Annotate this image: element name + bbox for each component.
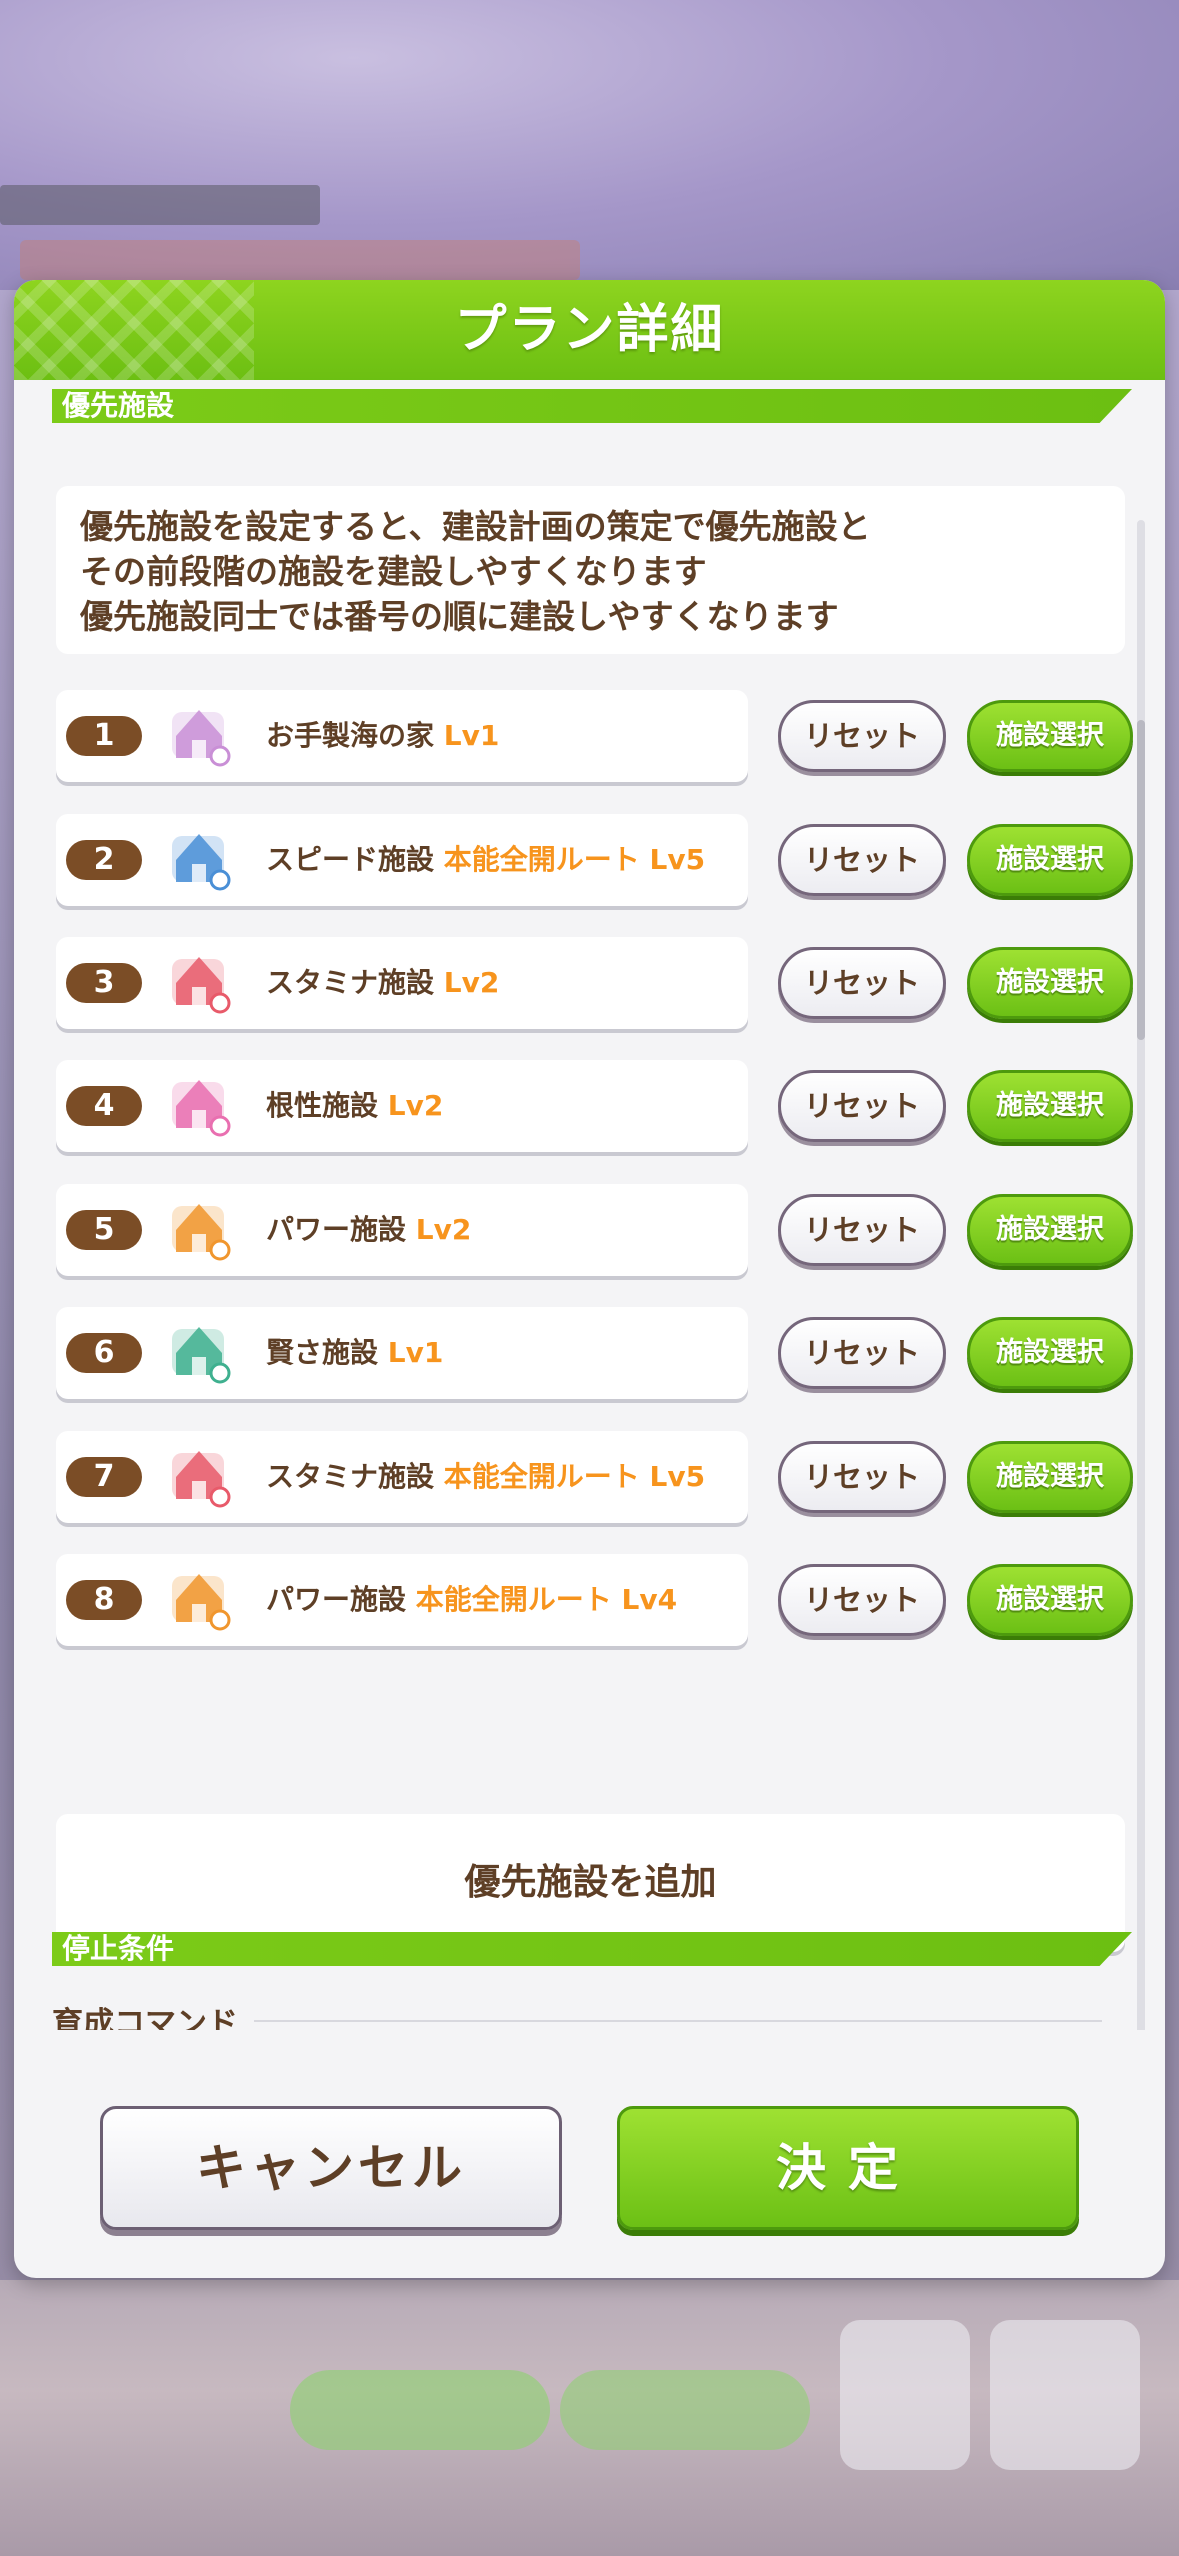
- priority-row-card: 5 パワー施設 Lv2: [56, 1184, 748, 1276]
- background-blurred-ui: [20, 240, 580, 280]
- description-line: その前段階の施設を建設しやすくなります: [80, 552, 707, 591]
- select-facility-button[interactable]: 施設選択: [967, 1194, 1133, 1266]
- divider: [254, 2020, 1102, 2022]
- reset-button[interactable]: リセット: [778, 1441, 946, 1513]
- wisdom-facility-icon: [172, 1327, 231, 1384]
- dialog-header: プラン詳細: [14, 280, 1165, 380]
- priority-section-label: 優先施設: [62, 389, 175, 422]
- priority-row-card: 3 スタミナ施設 Lv2: [56, 937, 748, 1029]
- scrollbar-thumb[interactable]: [1137, 720, 1145, 1040]
- plan-detail-dialog: プラン詳細 優先施設 優先施設を設定すると、建設計画の策定で優先施設と その前段…: [14, 280, 1165, 2278]
- stop-condition-section-header: 停止条件: [52, 1932, 1132, 1966]
- facility-name: パワー施設: [266, 1213, 407, 1246]
- priority-row-card: 6 賢さ施設 Lv1: [56, 1307, 748, 1399]
- beach-house-icon: [172, 710, 231, 767]
- priority-number-badge: 8: [66, 1580, 142, 1620]
- select-facility-button[interactable]: 施設選択: [967, 700, 1133, 772]
- reset-button[interactable]: リセット: [778, 1564, 946, 1636]
- plan-scroll-area[interactable]: 優先施設 優先施設を設定すると、建設計画の策定で優先施設と その前段階の施設を建…: [14, 380, 1165, 2030]
- reset-button[interactable]: リセット: [778, 1194, 946, 1266]
- confirm-button[interactable]: 決定: [617, 2106, 1079, 2230]
- priority-description: 優先施設を設定すると、建設計画の策定で優先施設と その前段階の施設を建設しやすく…: [56, 486, 1125, 654]
- priority-row: 2 スピード施設 本能全開ルート Lv5 リセット 施設選択: [56, 814, 1133, 906]
- reset-button[interactable]: リセット: [778, 1317, 946, 1389]
- priority-row-card: 7 スタミナ施設 本能全開ルート Lv5: [56, 1431, 748, 1523]
- facility-name: 根性施設: [266, 1089, 379, 1122]
- priority-row-label: お手製海の家 Lv1: [266, 690, 499, 782]
- facility-name: スピード施設: [266, 843, 435, 876]
- stamina-facility-icon: [172, 1451, 231, 1508]
- priority-number-badge: 1: [66, 716, 142, 756]
- stamina-facility-icon: [172, 957, 231, 1014]
- priority-number-badge: 5: [66, 1210, 142, 1250]
- facility-level: Lv2: [443, 966, 500, 999]
- guts-facility-icon: [172, 1080, 231, 1137]
- background-blurred-button: [290, 2370, 550, 2450]
- speed-facility-icon: [172, 834, 231, 891]
- priority-number-badge: 2: [66, 840, 142, 880]
- select-facility-button[interactable]: 施設選択: [967, 947, 1133, 1019]
- background-bottom: [0, 2280, 1179, 2556]
- priority-row-card: 1 お手製海の家 Lv1: [56, 690, 748, 782]
- facility-name: お手製海の家: [266, 719, 435, 752]
- training-command-label: 育成コマンド: [52, 2006, 238, 2030]
- reset-button[interactable]: リセット: [778, 824, 946, 896]
- add-priority-facility-button[interactable]: 優先施設を追加: [56, 1814, 1125, 1952]
- stop-condition-section-label: 停止条件: [62, 1932, 175, 1965]
- background-blurred-ui: [0, 185, 320, 225]
- priority-number-badge: 7: [66, 1457, 142, 1497]
- description-line: 優先施設同士では番号の順に建設しやすくなります: [80, 597, 839, 636]
- facility-level: 本能全開ルート Lv4: [415, 1583, 678, 1616]
- cancel-button[interactable]: キャンセル: [100, 2106, 562, 2230]
- description-line: 優先施設を設定すると、建設計画の策定で優先施設と: [80, 507, 871, 546]
- facility-level: Lv1: [443, 719, 500, 752]
- select-facility-button[interactable]: 施設選択: [967, 1317, 1133, 1389]
- dialog-title: プラン詳細: [454, 300, 725, 360]
- priority-row: 3 スタミナ施設 Lv2 リセット 施設選択: [56, 937, 1133, 1029]
- power-facility-icon: [172, 1204, 231, 1261]
- background-blurred-icon: [840, 2320, 970, 2470]
- select-facility-button[interactable]: 施設選択: [967, 1564, 1133, 1636]
- facility-level: 本能全開ルート Lv5: [443, 1460, 706, 1493]
- reset-button[interactable]: リセット: [778, 700, 946, 772]
- priority-row-card: 4 根性施設 Lv2: [56, 1060, 748, 1152]
- priority-row-label: 根性施設 Lv2: [266, 1060, 443, 1152]
- priority-row-card: 2 スピード施設 本能全開ルート Lv5: [56, 814, 748, 906]
- priority-row-label: 賢さ施設 Lv1: [266, 1307, 443, 1399]
- power-facility-icon: [172, 1574, 231, 1631]
- facility-name: 賢さ施設: [266, 1336, 379, 1369]
- priority-row: 6 賢さ施設 Lv1 リセット 施設選択: [56, 1307, 1133, 1399]
- priority-number-badge: 6: [66, 1333, 142, 1373]
- priority-row: 8 パワー施設 本能全開ルート Lv4 リセット 施設選択: [56, 1554, 1133, 1646]
- facility-name: スタミナ施設: [266, 966, 435, 999]
- facility-level: Lv1: [387, 1336, 444, 1369]
- priority-number-badge: 4: [66, 1086, 142, 1126]
- facility-level: 本能全開ルート Lv5: [443, 843, 706, 876]
- priority-row: 5 パワー施設 Lv2 リセット 施設選択: [56, 1184, 1133, 1276]
- priority-row-label: パワー施設 本能全開ルート Lv4: [266, 1554, 677, 1646]
- select-facility-button[interactable]: 施設選択: [967, 1441, 1133, 1513]
- priority-row: 7 スタミナ施設 本能全開ルート Lv5 リセット 施設選択: [56, 1431, 1133, 1523]
- facility-level: Lv2: [387, 1089, 444, 1122]
- priority-number-badge: 3: [66, 963, 142, 1003]
- priority-row-label: スタミナ施設 Lv2: [266, 937, 499, 1029]
- priority-row-label: スピード施設 本能全開ルート Lv5: [266, 814, 705, 906]
- select-facility-button[interactable]: 施設選択: [967, 824, 1133, 896]
- priority-row-card: 8 パワー施設 本能全開ルート Lv4: [56, 1554, 748, 1646]
- priority-section-header: 優先施設: [52, 389, 1132, 423]
- facility-name: パワー施設: [266, 1583, 407, 1616]
- priority-row-label: パワー施設 Lv2: [266, 1184, 471, 1276]
- facility-name: スタミナ施設: [266, 1460, 435, 1493]
- reset-button[interactable]: リセット: [778, 1070, 946, 1142]
- background-blurred-icon: [990, 2320, 1140, 2470]
- priority-row-label: スタミナ施設 本能全開ルート Lv5: [266, 1431, 705, 1523]
- priority-row: 1 お手製海の家 Lv1 リセット 施設選択: [56, 690, 1133, 782]
- background-blurred-button: [560, 2370, 810, 2450]
- select-facility-button[interactable]: 施設選択: [967, 1070, 1133, 1142]
- facility-level: Lv2: [415, 1213, 472, 1246]
- priority-row: 4 根性施設 Lv2 リセット 施設選択: [56, 1060, 1133, 1152]
- reset-button[interactable]: リセット: [778, 947, 946, 1019]
